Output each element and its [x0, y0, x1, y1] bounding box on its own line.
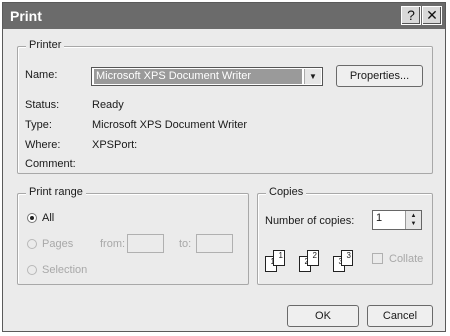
number-of-copies-label: Number of copies: [265, 215, 355, 227]
printer-name-value: Microsoft XPS Document Writer [94, 69, 302, 84]
print-dialog: Print ? ✕ Printer Name: Microsoft XPS Do… [2, 2, 446, 332]
copies-spinner[interactable]: 1 ▲ ▼ [372, 210, 422, 230]
copies-group-label: Copies [266, 186, 307, 198]
collate-page: 2 [307, 250, 319, 266]
printer-group-label: Printer [26, 39, 65, 51]
dialog-title: Print [10, 8, 42, 24]
collate-page: 1 [273, 250, 285, 266]
all-radio[interactable] [27, 213, 37, 223]
printer-name-select[interactable]: Microsoft XPS Document Writer ▼ [91, 67, 323, 86]
from-input[interactable] [127, 234, 164, 253]
radio-selected-dot [30, 216, 34, 220]
status-value: Ready [92, 99, 124, 111]
selection-radio-label[interactable]: Selection [42, 264, 87, 276]
title-bar[interactable]: Print ? ✕ [3, 3, 445, 29]
ok-button[interactable]: OK [287, 305, 359, 327]
pages-radio[interactable] [27, 239, 37, 249]
spinner-buttons: ▲ ▼ [405, 211, 421, 229]
chevron-down-icon[interactable]: ▼ [304, 69, 321, 84]
close-icon: ✕ [426, 7, 438, 23]
type-label: Type: [25, 119, 52, 131]
close-button[interactable]: ✕ [422, 6, 442, 25]
where-value: XPSPort: [92, 139, 138, 151]
status-label: Status: [25, 99, 60, 111]
cancel-button[interactable]: Cancel [367, 305, 433, 327]
print-range-group-label: Print range [26, 186, 86, 198]
pages-radio-label[interactable]: Pages [42, 238, 73, 250]
spin-down-icon[interactable]: ▼ [406, 220, 421, 228]
type-value: Microsoft XPS Document Writer [92, 119, 248, 131]
name-label: Name: [25, 69, 58, 81]
from-label: from: [100, 238, 126, 250]
spin-up-icon[interactable]: ▲ [406, 212, 421, 220]
collate-page: 3 [341, 250, 353, 266]
to-input[interactable] [196, 234, 233, 253]
copies-value: 1 [376, 212, 383, 224]
collate-label[interactable]: Collate [389, 253, 423, 265]
properties-button[interactable]: Properties... [336, 65, 423, 87]
collate-checkbox[interactable] [372, 253, 383, 264]
selection-radio[interactable] [27, 265, 37, 275]
help-button[interactable]: ? [401, 6, 421, 25]
all-radio-label[interactable]: All [42, 212, 54, 224]
comment-label: Comment: [25, 158, 76, 170]
where-label: Where: [25, 139, 61, 151]
to-label: to: [179, 238, 192, 250]
help-icon: ? [407, 7, 415, 23]
copies-group: Copies [257, 186, 433, 285]
